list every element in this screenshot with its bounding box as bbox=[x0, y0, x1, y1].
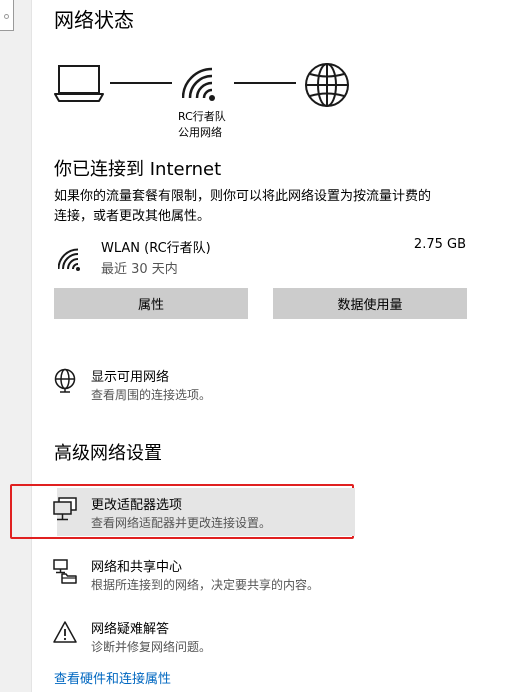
connection-line-left bbox=[110, 82, 172, 84]
laptop-icon bbox=[54, 65, 104, 102]
sidebar bbox=[0, 0, 32, 692]
metered-description-line2: 连接，或者更改其他属性。 bbox=[54, 209, 211, 224]
warning-icon[interactable] bbox=[53, 620, 79, 646]
advanced-settings-heading: 高级网络设置 bbox=[54, 443, 162, 464]
globe-icon bbox=[305, 63, 349, 107]
show-available-networks-desc: 查看周围的连接选项。 bbox=[91, 388, 212, 402]
network-type-label: 公用网络 bbox=[178, 126, 222, 139]
network-name-label: RC行者队 bbox=[178, 110, 226, 123]
network-troubleshooter-link[interactable]: 网络疑难解答 bbox=[91, 618, 169, 637]
network-sharing-center-desc: 根据所连接到的网络，决定要共享的内容。 bbox=[91, 578, 320, 592]
globe-icon[interactable] bbox=[53, 368, 79, 394]
metered-description-line1: 如果你的流量套餐有限制，则你可以将此网络设置为按流量计费的 bbox=[54, 189, 432, 204]
change-adapter-options-link[interactable]: 更改适配器选项 bbox=[91, 494, 182, 513]
change-adapter-options-desc: 查看网络适配器并更改连接设置。 bbox=[91, 516, 272, 530]
adapter-icon[interactable] bbox=[52, 496, 78, 522]
hardware-properties-link[interactable]: 查看硬件和连接属性 bbox=[54, 668, 171, 687]
show-available-networks-link[interactable]: 显示可用网络 bbox=[91, 366, 169, 385]
data-usage-button[interactable]: 数据使用量 bbox=[273, 288, 467, 319]
connection-name: WLAN (RC行者队) bbox=[101, 241, 211, 256]
connection-line-right bbox=[234, 82, 296, 84]
sidebar-search-box[interactable] bbox=[0, 0, 14, 31]
connection-period: 最近 30 天内 bbox=[101, 262, 178, 277]
sharing-center-icon[interactable] bbox=[52, 558, 78, 584]
connection-status-heading: 你已连接到 Internet bbox=[54, 159, 222, 180]
network-status-window: 网络状态 RC行者队 公用网络 你已连接到 Internet 如果你的流量套餐有… bbox=[0, 0, 518, 692]
connection-data-usage: 2.75 GB bbox=[413, 237, 466, 252]
page-title: 网络状态 bbox=[54, 8, 134, 32]
wifi-icon bbox=[58, 248, 80, 271]
network-sharing-center-link[interactable]: 网络和共享中心 bbox=[91, 556, 182, 575]
wifi-icon bbox=[182, 67, 215, 101]
search-icon bbox=[4, 14, 9, 19]
network-troubleshooter-desc: 诊断并修复网络问题。 bbox=[91, 640, 212, 654]
properties-button[interactable]: 属性 bbox=[54, 288, 248, 319]
